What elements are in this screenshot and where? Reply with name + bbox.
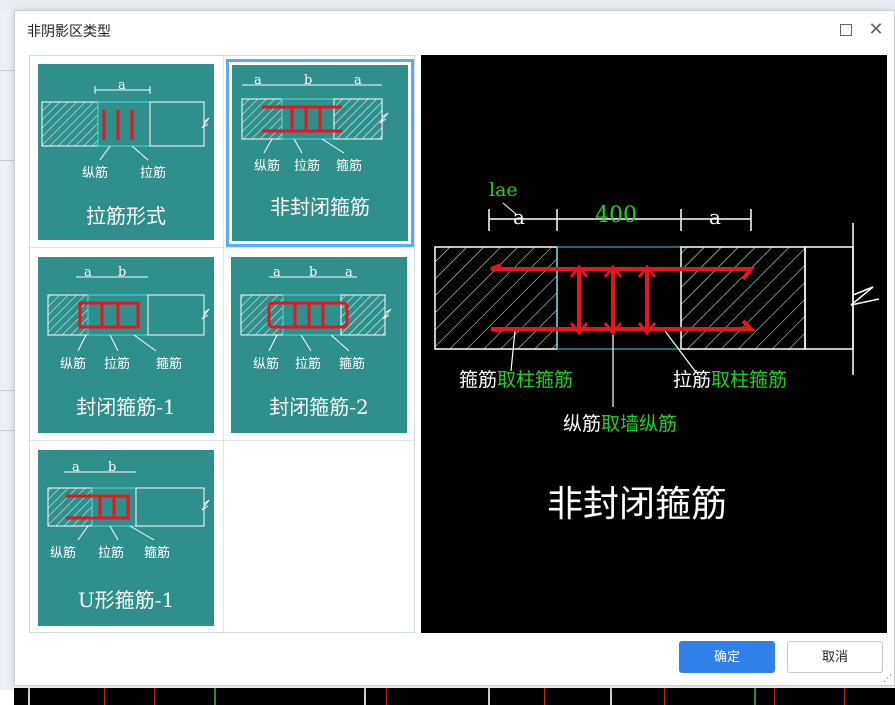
- dim-label: b: [304, 73, 313, 88]
- stirrup-label: 箍筋取柱箍筋: [459, 365, 573, 392]
- part-label: 纵筋: [82, 166, 109, 181]
- stirrup-label-value: 取柱箍筋: [497, 369, 574, 391]
- option-caption: 非封闭箍筋: [270, 195, 370, 219]
- option-caption: 拉筋形式: [86, 204, 166, 228]
- grid-divider: [223, 56, 224, 632]
- part-label: 拉筋: [295, 357, 322, 372]
- stirrup-label-text: 箍筋: [459, 369, 498, 391]
- dim-right-label: a: [709, 205, 721, 229]
- part-label: 拉筋: [98, 546, 125, 561]
- part-label: 箍筋: [336, 159, 363, 174]
- option-grid: a 纵筋 拉筋 拉筋形式 a b a 纵筋 拉筋 箍筋 非封闭箍筋 a b 纵筋…: [29, 55, 415, 633]
- dim-middle-label: 400: [595, 203, 637, 228]
- part-label: 拉筋: [140, 166, 167, 181]
- grid-divider: [30, 440, 414, 441]
- tie-label-text: 拉筋: [673, 369, 712, 391]
- grid-divider: [30, 247, 414, 248]
- cancel-button[interactable]: 取消: [787, 641, 883, 673]
- longitudinal-label-text: 纵筋: [563, 413, 602, 435]
- maximize-icon: [840, 24, 852, 36]
- preview-diagram: [434, 202, 880, 407]
- close-icon: ✕: [868, 19, 884, 40]
- option-caption: U形箍筋-1: [77, 588, 175, 612]
- background-toolbar: [0, 0, 895, 10]
- ok-button[interactable]: 确定: [679, 641, 775, 673]
- option-closed-stirrup-2[interactable]: a b a 纵筋 拉筋 箍筋 封闭箍筋-2: [231, 257, 407, 433]
- option-caption: 封闭箍筋-1: [76, 395, 176, 419]
- longitudinal-label-value: 取墙纵筋: [601, 413, 678, 435]
- dim-label: a: [84, 265, 92, 280]
- close-button[interactable]: ✕: [865, 19, 887, 41]
- preview-panel: lae a 400 a 箍筋取柱箍筋 拉筋取柱箍筋 纵筋取墙纵筋 非封闭箍筋: [421, 55, 887, 633]
- dim-label: a: [118, 78, 126, 93]
- dim-left-label: a: [513, 205, 525, 229]
- option-caption: 封闭箍筋-2: [269, 395, 369, 419]
- dim-label: a: [354, 73, 362, 88]
- part-label: 纵筋: [60, 357, 87, 372]
- part-label: 箍筋: [144, 546, 171, 561]
- dialog-titlebar: 非阴影区类型 ✕: [15, 11, 894, 49]
- option-tie-form[interactable]: a 纵筋 拉筋 拉筋形式: [38, 64, 214, 240]
- lae-label: lae: [489, 179, 518, 201]
- tie-label: 拉筋取柱箍筋: [673, 365, 787, 392]
- part-label: 纵筋: [50, 546, 77, 561]
- preview-caption: 非封闭箍筋: [547, 484, 728, 525]
- option-open-stirrup[interactable]: a b a 纵筋 拉筋 箍筋 非封闭箍筋: [226, 59, 414, 247]
- part-label: 箍筋: [339, 357, 366, 372]
- dim-label: a: [273, 265, 281, 280]
- background-side-panel: [0, 10, 14, 690]
- dim-label: b: [108, 460, 117, 475]
- maximize-button[interactable]: [835, 19, 857, 41]
- option-closed-stirrup-1[interactable]: a b 纵筋 拉筋 箍筋 封闭箍筋-1: [38, 257, 214, 433]
- option-u-stirrup-1[interactable]: a b 纵筋 拉筋 箍筋 U形箍筋-1: [38, 450, 214, 626]
- resize-grip-icon[interactable]: ⋰: [883, 674, 892, 684]
- part-label: 纵筋: [253, 357, 280, 372]
- dialog-window: 非阴影区类型 ✕ a 纵筋 拉筋 拉筋形式 a b a 纵筋 拉筋 箍筋 非封闭…: [14, 10, 895, 686]
- dim-label: b: [118, 265, 127, 280]
- tie-label-value: 取柱箍筋: [711, 369, 788, 391]
- part-label: 箍筋: [156, 357, 183, 372]
- dialog-title: 非阴影区类型: [27, 24, 111, 40]
- part-label: 拉筋: [104, 357, 131, 372]
- background-drawing-area: [14, 688, 895, 705]
- dim-label: a: [254, 73, 262, 88]
- part-label: 拉筋: [294, 159, 321, 174]
- part-label: 纵筋: [254, 159, 281, 174]
- dim-label: a: [345, 265, 353, 280]
- dim-label: b: [309, 265, 318, 280]
- longitudinal-label: 纵筋取墙纵筋: [563, 409, 677, 436]
- dim-label: a: [72, 460, 80, 475]
